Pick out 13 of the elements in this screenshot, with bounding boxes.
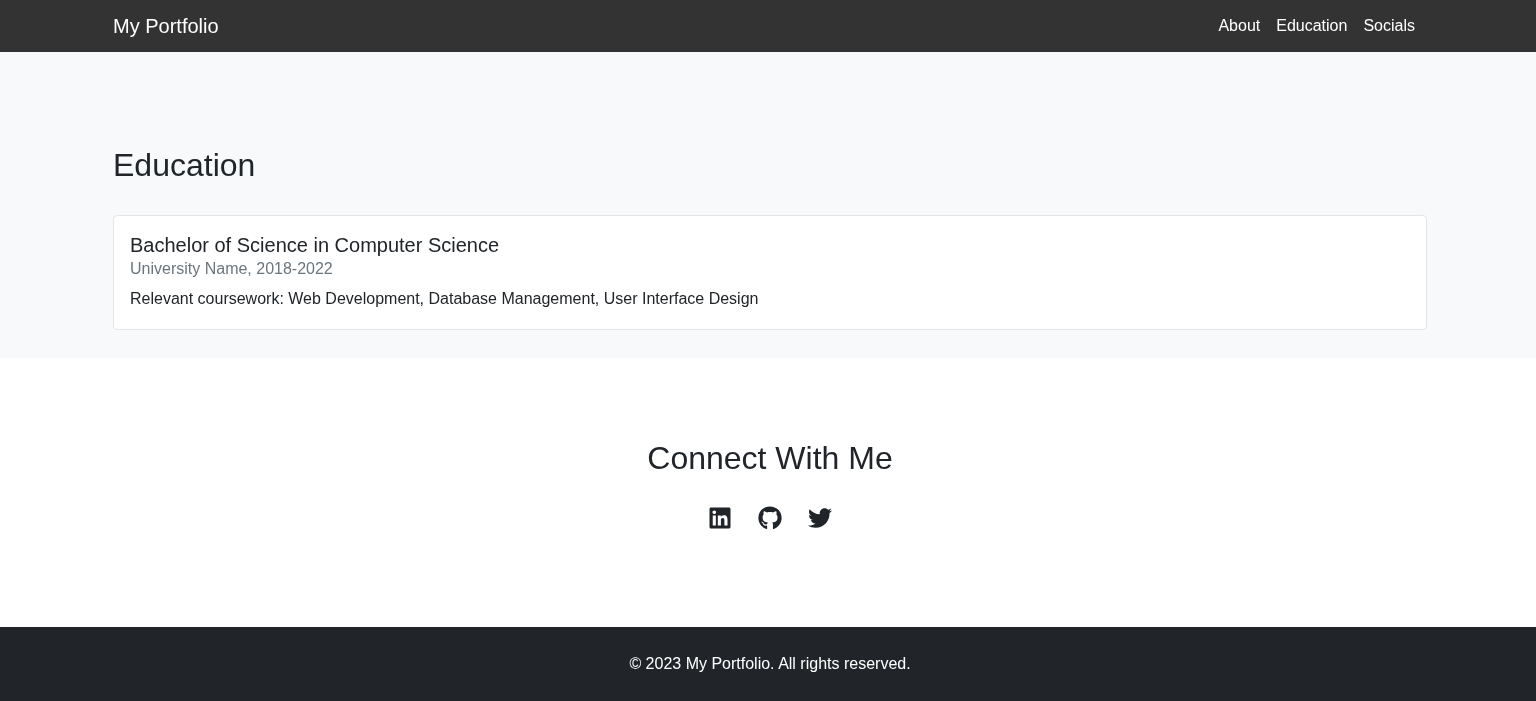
nav-link[interactable]: Education <box>1276 14 1348 38</box>
degree-title: Bachelor of Science in Computer Science <box>130 233 501 257</box>
bird-icon[interactable] <box>808 506 832 530</box>
copyright-text: © 2023 My Portfolio. All rights reserved. <box>629 654 911 674</box>
nav-link[interactable]: About <box>1218 14 1261 38</box>
brand-link[interactable]: My Portfolio <box>113 11 219 41</box>
github-icon[interactable] <box>758 506 782 530</box>
section-heading: Connect With Me <box>647 439 893 478</box>
university-subtitle: University Name, 2018-2022 <box>130 259 334 279</box>
coursework-text: Relevant coursework: Web Development, Database Management, User Interface Design <box>130 289 760 309</box>
nav-link[interactable]: Socials <box>1363 14 1415 38</box>
section-heading: Education <box>113 146 257 185</box>
linkedin-icon[interactable] <box>708 506 732 530</box>
